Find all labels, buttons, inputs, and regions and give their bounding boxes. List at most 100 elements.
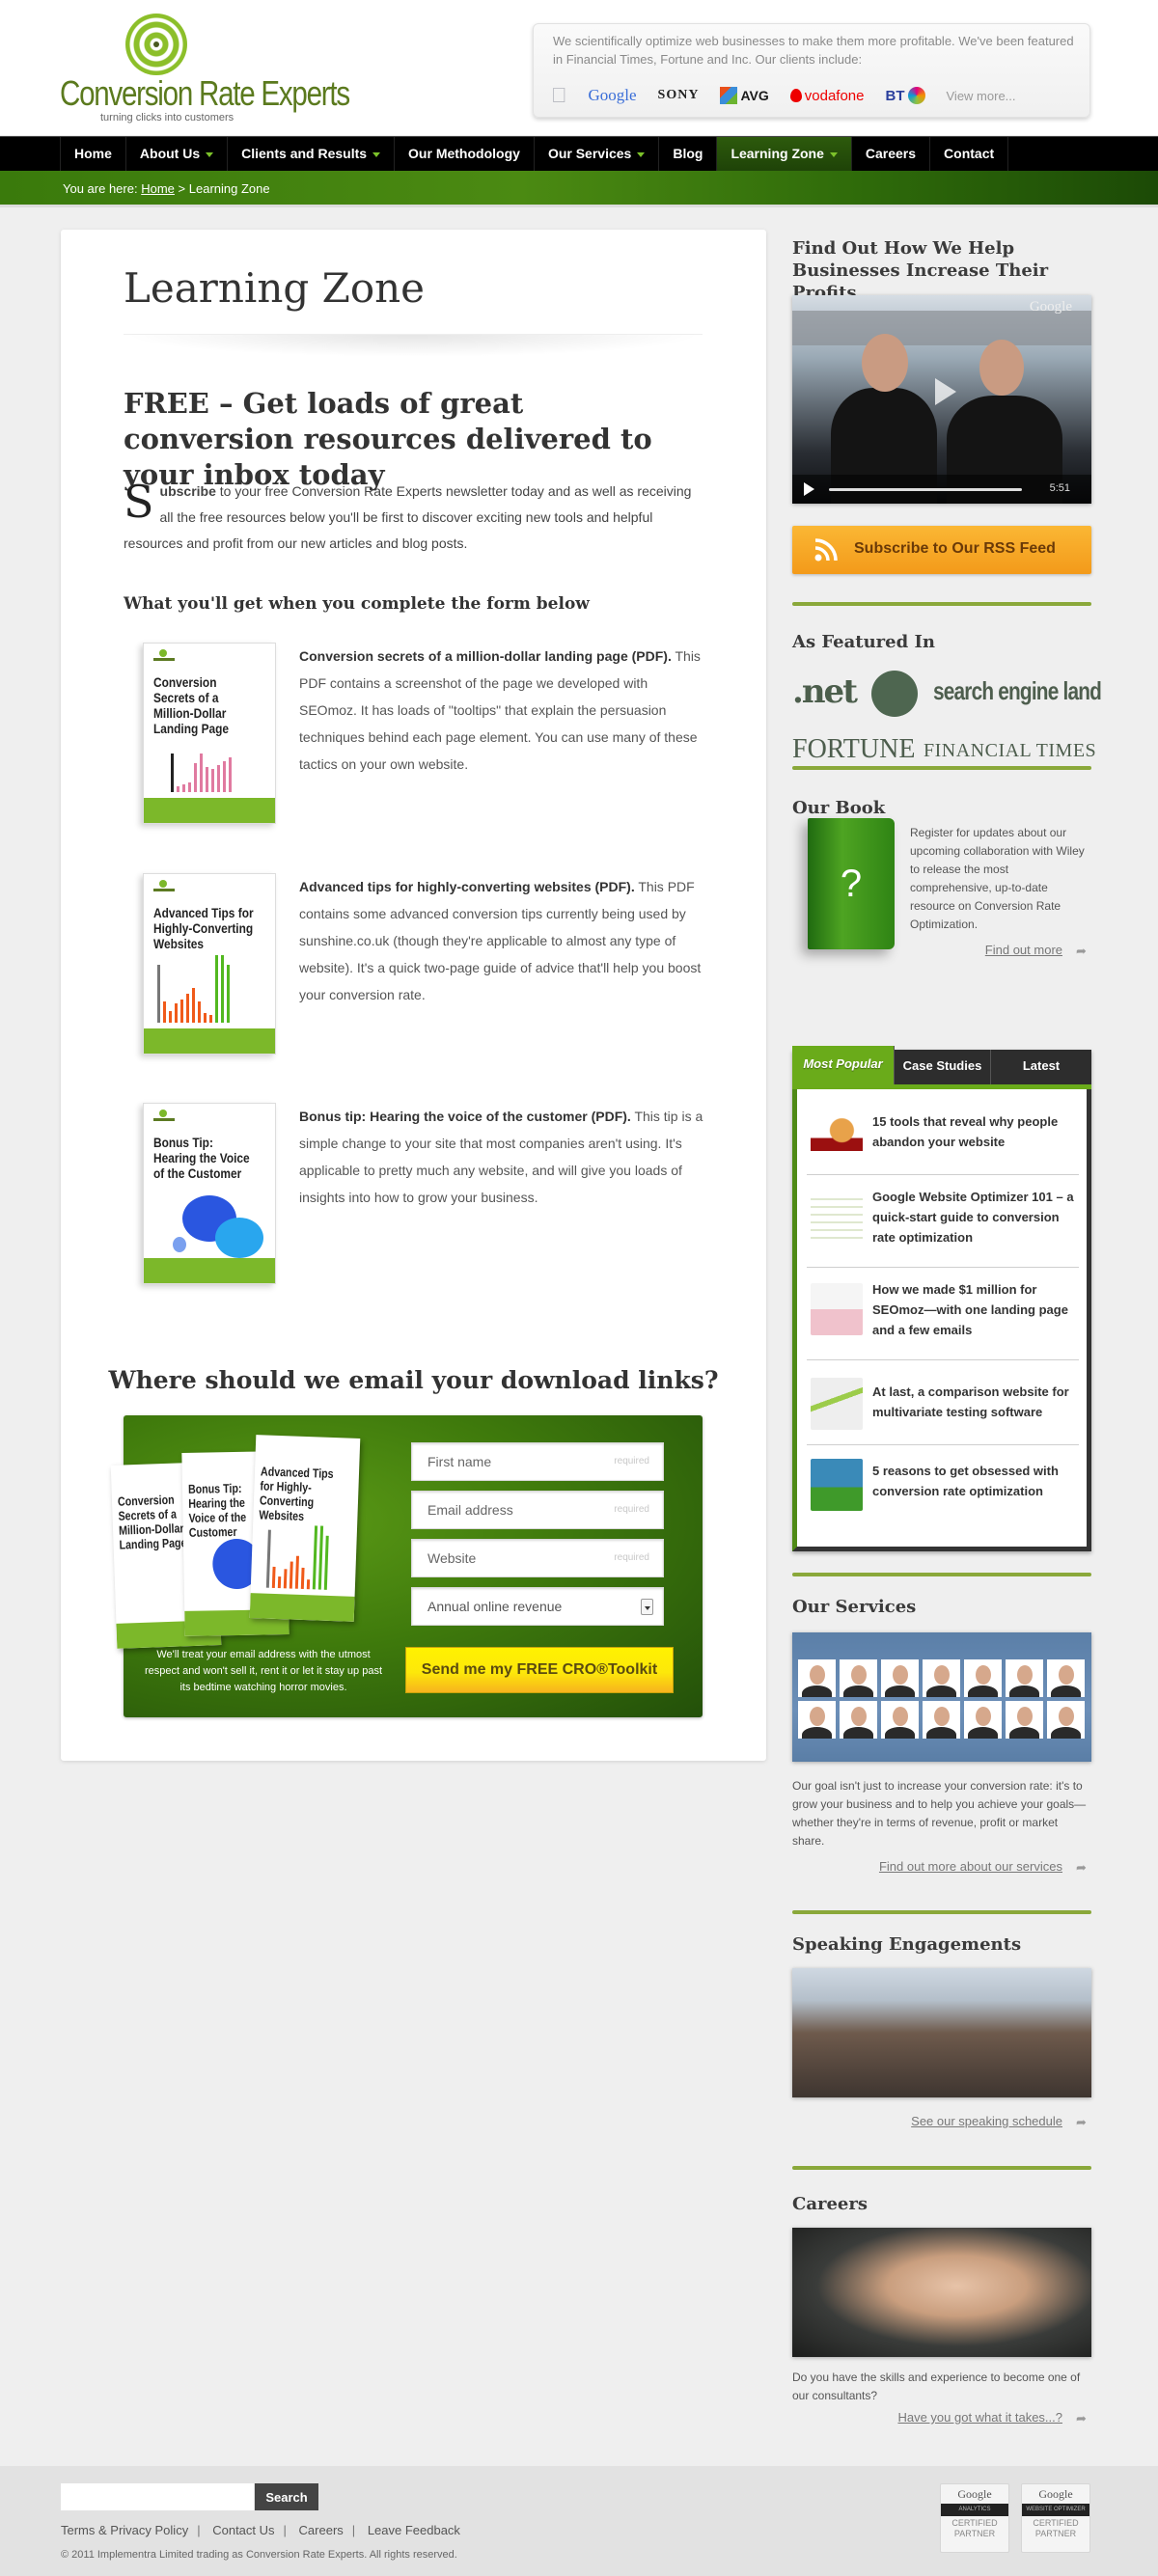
link-separator: | <box>197 2523 201 2537</box>
main-content: Learning Zone FREE – Get loads of great … <box>61 230 766 1761</box>
article-thumbnail <box>811 1110 863 1162</box>
required-hint: required <box>614 1504 649 1515</box>
publication-logo-financial-times: FINANCIAL TIMES <box>924 740 1097 761</box>
nav-item-clients-and-results[interactable]: Clients and Results <box>228 137 396 172</box>
featured-in-section: As Featured In .net search engine land F… <box>792 602 1102 775</box>
play-overlay-icon[interactable] <box>935 378 956 405</box>
intro-bold: ubscribe <box>159 483 216 499</box>
careers-link[interactable]: Have you got what it takes...? <box>897 2410 1062 2425</box>
team-photo-grid[interactable] <box>792 1632 1091 1762</box>
nav-label: Blog <box>673 146 703 161</box>
footer-link-terms[interactable]: Terms & Privacy Policy <box>61 2523 188 2537</box>
book-link-row: Find out more ➦ <box>985 942 1089 959</box>
team-member-photo <box>923 1701 960 1739</box>
tab-most-popular[interactable]: Most Popular <box>792 1046 895 1084</box>
breadcrumb-current: Learning Zone <box>188 181 270 196</box>
play-icon[interactable] <box>804 482 814 496</box>
nav-item-blog[interactable]: Blog <box>659 137 718 172</box>
cover-footer <box>144 1028 275 1054</box>
rss-icon <box>814 538 838 562</box>
breadcrumb-separator: > <box>178 181 186 196</box>
publication-logo-net: .net <box>792 672 858 711</box>
footer-search-button[interactable]: Search <box>255 2483 318 2510</box>
our-services-section: Our Services Our goal isn't just to incr… <box>792 1573 1091 1875</box>
careers-handshake-photo[interactable] <box>792 2228 1091 2357</box>
team-member-photo <box>1006 1659 1043 1697</box>
team-member-photo <box>798 1701 836 1739</box>
site-logo[interactable]: Conversion Rate Experts turning clicks i… <box>60 12 350 123</box>
team-member-photo <box>964 1659 1002 1697</box>
nav-item-our-methodology[interactable]: Our Methodology <box>395 137 535 172</box>
tab-underline <box>792 1084 1091 1089</box>
client-logo-avg: AVG <box>720 87 769 104</box>
nav-item-contact[interactable]: Contact <box>930 137 1009 172</box>
nav-item-about-us[interactable]: About Us <box>126 137 229 172</box>
find-out-more-link[interactable]: Find out more <box>985 943 1062 957</box>
clients-intro: We scientifically optimize web businesse… <box>553 34 1074 67</box>
publication-logos: .net search engine land FORTUNE FINANCIA… <box>792 669 1102 775</box>
arrow-right-icon: ➦ <box>1076 943 1087 958</box>
resource-cover-image[interactable]: Conversion Secrets of a Million-Dollar L… <box>143 643 276 824</box>
annual-revenue-select[interactable]: Annual online revenue <box>411 1587 664 1626</box>
mini-cover-title: Advanced Tips for Highly-Converting Webs… <box>259 1464 334 1523</box>
form-fields: required required required Annual online… <box>411 1442 664 1635</box>
article-item[interactable]: 5 reasons to get obsessed with conversio… <box>807 1445 1079 1528</box>
video-person-head <box>979 340 1024 396</box>
nav-item-our-services[interactable]: Our Services <box>535 137 660 172</box>
team-member-photo <box>840 1701 877 1739</box>
footer-link-feedback[interactable]: Leave Feedback <box>368 2523 460 2537</box>
google-website-optimizer-partner-badge: Google WEBSITE OPTIMIZER CERTIFIED PARTN… <box>1021 2483 1090 2553</box>
team-member-photo <box>923 1659 960 1697</box>
article-thumbnail <box>811 1459 863 1511</box>
google-analytics-partner-badge: Google ANALYTICS CERTIFIED PARTNER <box>940 2483 1009 2553</box>
careers-heading: Careers <box>792 2194 868 2214</box>
rss-subscribe-button[interactable]: Subscribe to Our RSS Feed <box>792 526 1091 574</box>
book-cover-image[interactable]: ? <box>808 818 895 949</box>
resource-cover-image[interactable]: Advanced Tips for Highly-Converting Webs… <box>143 873 276 1055</box>
tab-latest[interactable]: Latest <box>991 1050 1091 1084</box>
team-faces <box>798 1659 1085 1739</box>
badge-product: ANALYTICS <box>941 2504 1008 2516</box>
services-link-row: Find out more about our services ➦ <box>879 1858 1089 1876</box>
team-member-photo <box>840 1659 877 1697</box>
footer-link-careers[interactable]: Careers <box>299 2523 344 2537</box>
vodafone-drop-icon <box>789 89 802 102</box>
video-player[interactable]: Google 5:51 <box>792 295 1091 504</box>
nav-item-learning-zone[interactable]: Learning Zone <box>717 137 852 172</box>
footer-search-input[interactable] <box>61 2483 254 2510</box>
nav-item-home[interactable]: Home <box>61 137 126 172</box>
select-value: Annual online revenue <box>427 1599 563 1614</box>
view-more-clients-link[interactable]: View more... <box>947 89 1016 103</box>
video-person-head <box>862 334 908 392</box>
cover-title: Bonus Tip: Hearing the Voice of the Cust… <box>153 1135 250 1181</box>
nav-label: About Us <box>139 146 201 161</box>
article-item[interactable]: 15 tools that reveal why people abandon … <box>807 1094 1079 1175</box>
intro-paragraph: Subscribe to your free Conversion Rate E… <box>124 479 703 557</box>
article-item[interactable]: How we made $1 million for SEOmoz—with o… <box>807 1268 1079 1360</box>
team-member-photo <box>1047 1701 1085 1739</box>
article-thumbnail <box>811 1283 863 1335</box>
cover-logo-icon <box>153 880 175 893</box>
services-text: Our goal isn't just to increase your con… <box>792 1779 1087 1848</box>
article-item[interactable]: At last, a comparison website for multiv… <box>807 1360 1079 1445</box>
team-member-photo <box>1006 1701 1043 1739</box>
find-out-more-services-link[interactable]: Find out more about our services <box>879 1859 1062 1874</box>
footer-link-contact[interactable]: Contact Us <box>212 2523 274 2537</box>
speaking-photo[interactable] <box>792 1968 1091 2097</box>
video-progress-bar[interactable] <box>829 488 1022 491</box>
cover-title: Advanced Tips for Highly-Converting Webs… <box>153 905 254 951</box>
nav-item-careers[interactable]: Careers <box>852 137 931 172</box>
breadcrumb-home-link[interactable]: Home <box>141 181 175 196</box>
article-item[interactable]: Google Website Optimizer 101 – a quick-s… <box>807 1175 1079 1268</box>
badge-label: PARTNER <box>953 2529 996 2538</box>
resource-cover-image[interactable]: Bonus Tip: Hearing the Voice of the Cust… <box>143 1103 276 1284</box>
cover-footer <box>249 1593 355 1622</box>
link-separator: | <box>283 2523 287 2537</box>
privacy-note: We'll treat your email address with the … <box>144 1649 383 1693</box>
cover-chart <box>265 1524 329 1590</box>
clients-box: We scientifically optimize web businesse… <box>533 23 1090 118</box>
speaking-schedule-link[interactable]: See our speaking schedule <box>911 2114 1062 2128</box>
section-divider <box>792 1910 1091 1914</box>
tab-case-studies[interactable]: Case Studies <box>895 1050 991 1084</box>
submit-button[interactable]: Send me my FREE CRO®Toolkit <box>405 1647 674 1693</box>
